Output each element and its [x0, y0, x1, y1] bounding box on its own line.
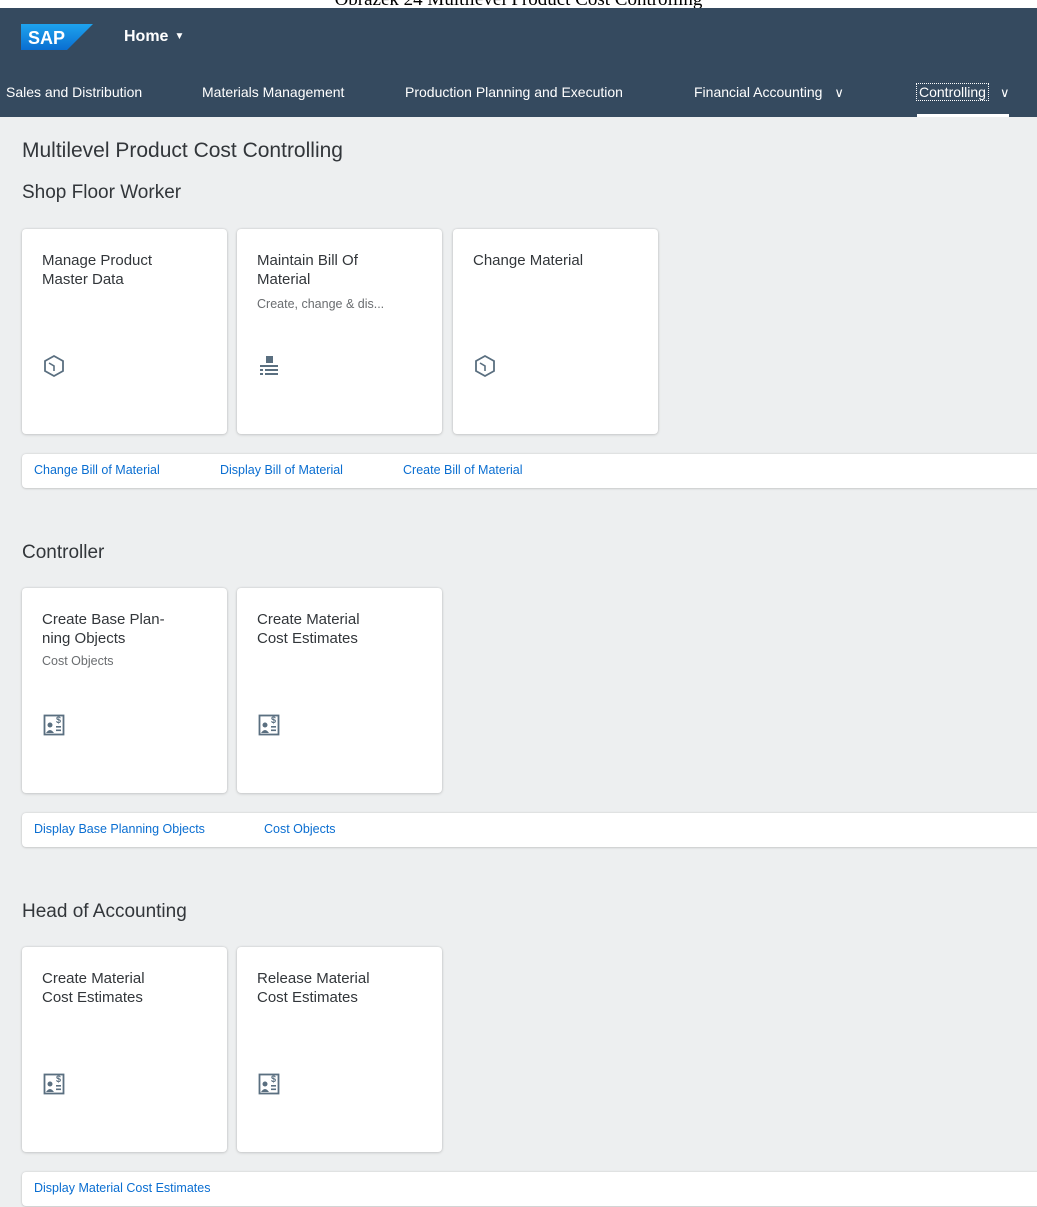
cost-estimate-icon: $ — [43, 714, 65, 736]
link-list-shop-floor-worker: Change Bill of Material Display Bill of … — [22, 454, 1037, 488]
tile-title: Release Material Cost Estimates — [257, 970, 370, 1006]
product-icon — [475, 354, 495, 378]
tile-title: Manage Product Master Data — [42, 252, 153, 288]
tab-controlling[interactable]: Controlling ∨ — [916, 63, 1010, 117]
tile-subtitle: Cost Objects — [42, 654, 114, 668]
tile-title: Create Material Cost Estimates — [257, 611, 360, 647]
tile-change-material[interactable]: Change Material — [453, 229, 658, 434]
link-display-material-cost-estimates[interactable]: Display Material Cost Estimates — [34, 1181, 210, 1195]
chevron-down-icon[interactable]: ∨ — [834, 64, 844, 122]
group-title-shop-floor-worker: Shop Floor Worker — [22, 182, 182, 203]
cost-estimate-icon: $ — [258, 714, 280, 736]
home-label: Home — [124, 28, 169, 45]
bom-list-icon — [260, 356, 278, 375]
tile-create-material-cost-estimates[interactable]: Create Material Cost Estimates $ — [237, 588, 442, 793]
space-navigation-bar: Sales and Distribution Materials Managem… — [0, 63, 1037, 117]
link-cost-objects[interactable]: Cost Objects — [264, 822, 336, 836]
link-display-base-planning-objects[interactable]: Display Base Planning Objects — [34, 822, 205, 836]
tile-title: Maintain Bill Of Material — [257, 252, 358, 288]
tab-production-planning-and-execution[interactable]: Production Planning and Execution — [405, 63, 623, 117]
tile-title: Change Material — [473, 252, 584, 269]
tile-create-material-cost-estimates-2[interactable]: Create Material Cost Estimates $ — [22, 947, 227, 1152]
product-icon — [44, 354, 64, 378]
tab-financial-accounting[interactable]: Financial Accounting ∨ — [694, 63, 844, 117]
tile-title: Create Material Cost Estimates — [42, 970, 145, 1006]
svg-text:$: $ — [56, 715, 61, 725]
link-create-bill-of-material[interactable]: Create Bill of Material — [403, 463, 523, 477]
svg-text:$: $ — [271, 715, 276, 725]
group-title-head-of-accounting: Head of Accounting — [22, 901, 187, 922]
link-list-head-of-accounting: Display Material Cost Estimates — [22, 1172, 1037, 1206]
caret-down-icon: ▼ — [174, 31, 185, 42]
group-title-controller: Controller — [22, 542, 105, 563]
sap-logo[interactable]: SAP — [21, 24, 93, 50]
tile-maintain-bill-of-material[interactable]: Maintain Bill Of Material Create, change… — [237, 229, 442, 434]
tab-sales-and-distribution[interactable]: Sales and Distribution — [6, 63, 142, 117]
chevron-down-icon[interactable]: ∨ — [1000, 64, 1010, 122]
tile-subtitle: Create, change & dis... — [257, 297, 385, 311]
svg-text:$: $ — [56, 1074, 61, 1084]
document-caption: Obrázek 24 Multilevel Product Cost Contr… — [0, 0, 1037, 8]
svg-text:$: $ — [271, 1074, 276, 1084]
tab-materials-management[interactable]: Materials Management — [202, 63, 344, 117]
link-display-bill-of-material[interactable]: Display Bill of Material — [220, 463, 343, 477]
home-menu-button[interactable]: Home ▼ — [124, 28, 184, 46]
page-title: Multilevel Product Cost Controlling — [22, 139, 343, 162]
tile-release-material-cost-estimates[interactable]: Release Material Cost Estimates $ — [237, 947, 442, 1152]
tile-create-base-planning-objects[interactable]: Create Base Plan- ning Objects Cost Obje… — [22, 588, 227, 793]
sap-logo-text: SAP — [28, 28, 65, 48]
cost-estimate-icon: $ — [258, 1073, 280, 1095]
cost-estimate-icon: $ — [43, 1073, 65, 1095]
shell-bar: SAP Home ▼ — [0, 8, 1037, 63]
link-list-controller: Display Base Planning Objects Cost Objec… — [22, 813, 1037, 847]
tile-manage-product-master-data[interactable]: Manage Product Master Data — [22, 229, 227, 434]
link-change-bill-of-material[interactable]: Change Bill of Material — [34, 463, 160, 477]
tile-title: Create Base Plan- ning Objects — [42, 611, 165, 647]
